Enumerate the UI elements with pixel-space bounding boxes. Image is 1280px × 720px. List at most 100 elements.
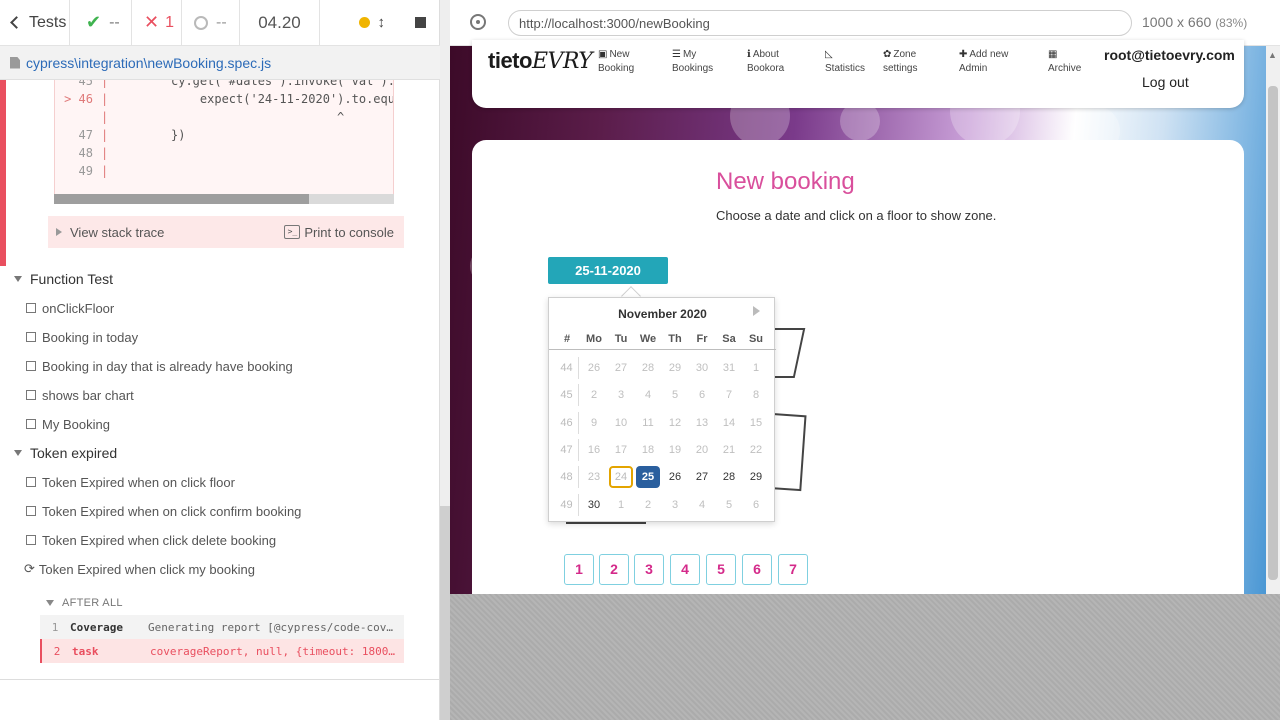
calendar-day[interactable]: 14 <box>717 412 741 434</box>
calendar-day[interactable]: 27 <box>609 357 633 379</box>
calendar-day[interactable]: 3 <box>663 494 687 516</box>
calendar-day[interactable]: 7 <box>717 384 741 406</box>
scroll-up-icon[interactable]: ▲ <box>1268 50 1277 60</box>
test-item[interactable]: Token Expired when on click floor <box>26 471 235 493</box>
failed-test-rail <box>0 80 6 266</box>
calendar-day[interactable]: 4 <box>636 384 660 406</box>
nav-my-bookings[interactable]: ☰ My Bookings <box>672 48 713 76</box>
autoscroll-toggle-icon[interactable]: ↕ <box>378 14 386 31</box>
calendar-day[interactable]: 12 <box>663 412 687 434</box>
calendar-day[interactable]: 4 <box>690 494 714 516</box>
floor-button[interactable]: 2 <box>599 554 629 585</box>
calendar-day[interactable]: 11 <box>636 412 660 434</box>
calendar-day[interactable]: 2 <box>636 494 660 516</box>
calendar-day[interactable]: 1 <box>609 494 633 516</box>
nav-zone-settings[interactable]: ✿ Zone settings <box>883 48 917 76</box>
stop-button[interactable] <box>415 17 426 28</box>
command-row[interactable]: 1 Coverage Generating report [@cypress/c… <box>40 615 404 639</box>
date-picker-button[interactable]: 25-11-2020 <box>548 257 668 284</box>
calendar-day[interactable]: 30 <box>582 494 606 516</box>
tietoevry-logo[interactable]: tietoEVRY <box>488 48 593 74</box>
code-scrollbar[interactable] <box>54 194 394 204</box>
test-item[interactable]: Token Expired when click delete booking <box>26 529 276 551</box>
suite-function-test[interactable]: Function Test <box>14 268 113 290</box>
calendar-day[interactable]: 6 <box>690 384 714 406</box>
calendar-day[interactable]: 3 <box>609 384 633 406</box>
code-line: 47 |}) <box>78 128 186 142</box>
logout-button[interactable]: Log out <box>1142 74 1189 90</box>
test-item[interactable]: shows bar chart <box>26 384 134 406</box>
test-item[interactable]: Booking in today <box>26 326 138 348</box>
print-to-console-button[interactable]: >_ Print to console <box>284 225 394 240</box>
test-item[interactable]: onClickFloor <box>26 297 114 319</box>
archive-icon: ▦ <box>1048 49 1058 60</box>
calendar-day[interactable]: 31 <box>717 357 741 379</box>
calendar-day[interactable]: 28 <box>636 357 660 379</box>
week-number: 44 <box>555 357 579 379</box>
selector-playground-icon[interactable] <box>470 14 486 30</box>
floor-button[interactable]: 6 <box>742 554 772 585</box>
calendar-day[interactable]: 5 <box>717 494 741 516</box>
calendar-day[interactable]: 22 <box>744 439 768 461</box>
test-item-running[interactable]: ⟳ Token Expired when click my booking <box>24 558 255 580</box>
calendar-day[interactable]: 29 <box>744 466 768 488</box>
tests-back-button[interactable]: Tests <box>0 0 70 46</box>
calendar-day[interactable]: 19 <box>663 439 687 461</box>
calendar-day[interactable]: 29 <box>663 357 687 379</box>
calendar-day[interactable]: 10 <box>609 412 633 434</box>
calendar-day[interactable]: 20 <box>690 439 714 461</box>
pending-box-icon <box>26 303 36 313</box>
collapse-triangle-icon <box>14 450 22 456</box>
calendar-day[interactable]: 30 <box>690 357 714 379</box>
floor-button[interactable]: 5 <box>706 554 736 585</box>
nav-add-admin[interactable]: ✚ Add new Admin <box>959 48 1008 76</box>
command-row-failed[interactable]: 2 task coverageReport, null, {timeout: 1… <box>40 639 404 663</box>
floor-button[interactable]: 4 <box>670 554 700 585</box>
calendar-day[interactable]: 6 <box>744 494 768 516</box>
calendar-day[interactable]: 2 <box>582 384 606 406</box>
calendar-day[interactable]: 15 <box>744 412 768 434</box>
expand-triangle-icon <box>56 228 62 236</box>
calendar-day[interactable]: 9 <box>582 412 606 434</box>
calendar-day[interactable]: 23 <box>582 466 606 488</box>
calendar-day[interactable]: 8 <box>744 384 768 406</box>
spec-file-bar[interactable]: cypress\integration\newBooking.spec.js <box>0 46 440 80</box>
runner-scrollbar-thumb[interactable] <box>440 506 450 720</box>
test-item[interactable]: Booking in day that is already have book… <box>26 355 293 377</box>
url-display[interactable]: http://localhost:3000/newBooking <box>508 10 1132 36</box>
calendar-day[interactable]: 1 <box>744 357 768 379</box>
calendar-day[interactable]: 26 <box>663 466 687 488</box>
calendar-day[interactable]: 21 <box>717 439 741 461</box>
floor-button[interactable]: 1 <box>564 554 594 585</box>
nav-statistics[interactable]: ◺ Statistics <box>825 48 865 76</box>
floor-button[interactable]: 3 <box>634 554 664 585</box>
today-day[interactable]: 24 <box>609 466 633 488</box>
code-scrollbar-thumb[interactable] <box>54 194 309 204</box>
viewport-info: 1000 x 660 (83%) <box>1142 14 1248 30</box>
calendar-day[interactable]: 18 <box>636 439 660 461</box>
aut-scrollbar-thumb[interactable] <box>1268 86 1278 580</box>
failed-count: ✕ 1 <box>132 0 182 46</box>
nav-new-booking[interactable]: ▣ New Booking <box>598 48 634 76</box>
calendar-day[interactable]: 26 <box>582 357 606 379</box>
spec-path: cypress\integration\newBooking.spec.js <box>26 54 272 71</box>
selected-day[interactable]: 25 <box>636 466 660 488</box>
calendar-day[interactable]: 16 <box>582 439 606 461</box>
test-item[interactable]: Token Expired when on click confirm book… <box>26 500 301 522</box>
nav-about[interactable]: ℹ About Bookora <box>747 48 784 76</box>
calendar-day[interactable]: 27 <box>690 466 714 488</box>
calendar-day[interactable]: 13 <box>690 412 714 434</box>
calendar-month: November 2020 <box>618 307 707 321</box>
calendar-day[interactable]: 17 <box>609 439 633 461</box>
calendar-day[interactable]: 28 <box>717 466 741 488</box>
check-icon: ✔ <box>86 12 102 32</box>
suite-token-expired[interactable]: Token expired <box>14 442 117 464</box>
after-all-hook[interactable]: AFTER ALL <box>46 594 123 612</box>
nav-archive[interactable]: ▦ Archive <box>1048 48 1081 76</box>
floor-button[interactable]: 7 <box>778 554 808 585</box>
pending-box-icon <box>26 332 36 342</box>
calendar-day[interactable]: 5 <box>663 384 687 406</box>
next-month-icon[interactable] <box>753 306 760 316</box>
test-item[interactable]: My Booking <box>26 413 110 435</box>
view-stack-trace-button[interactable]: View stack trace <box>70 225 164 240</box>
